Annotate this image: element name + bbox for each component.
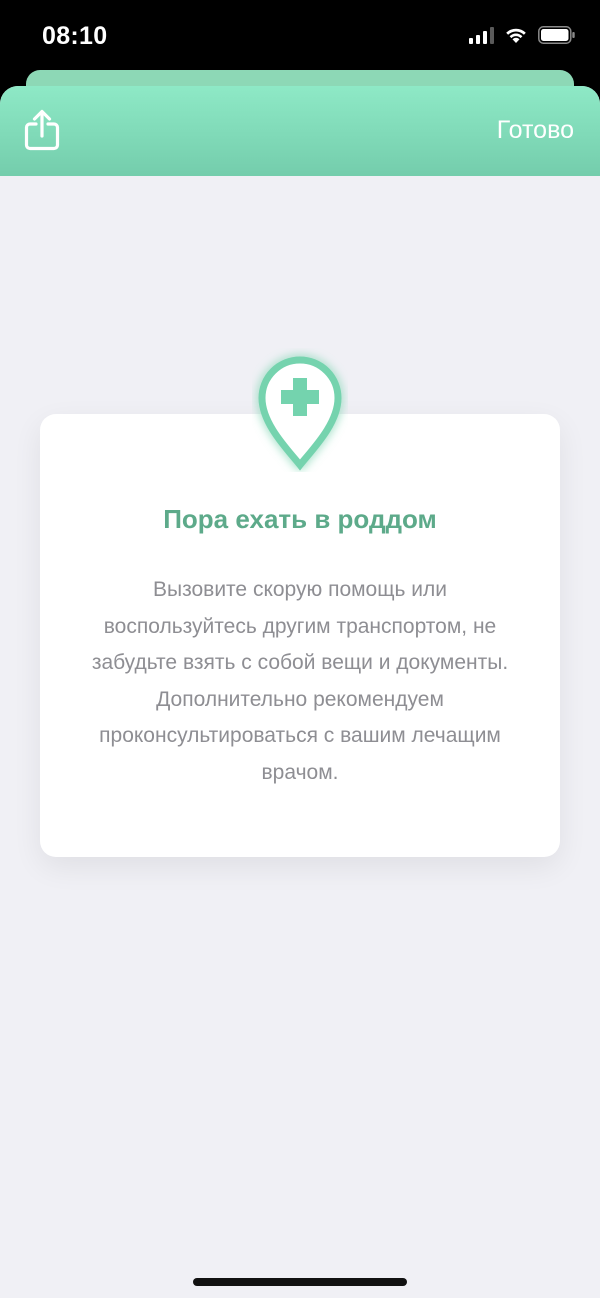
sheet-header: Готово: [0, 86, 600, 176]
share-icon: [24, 109, 60, 151]
share-button[interactable]: [22, 108, 62, 152]
done-button[interactable]: Готово: [497, 116, 574, 145]
home-indicator[interactable]: [193, 1278, 407, 1286]
status-icons: [469, 26, 576, 44]
status-bar: 08:10: [0, 0, 600, 72]
battery-icon: [538, 26, 575, 44]
cellular-signal-icon: [469, 26, 494, 44]
info-card: Пора ехать в роддом Вызовите скорую помо…: [40, 414, 560, 857]
wifi-icon: [506, 28, 526, 43]
medical-location-pin-icon: [258, 356, 342, 471]
screen: 08:10 Готово Пора ехать в роддом Вызовит…: [0, 0, 600, 1298]
status-time: 08:10: [42, 22, 108, 50]
card-title: Пора ехать в роддом: [163, 504, 437, 534]
card-text: Вызовите скорую помощь или воспользуйтес…: [91, 578, 509, 784]
modal-sheet: Готово Пора ехать в роддом Вызовите скор…: [0, 86, 600, 1298]
